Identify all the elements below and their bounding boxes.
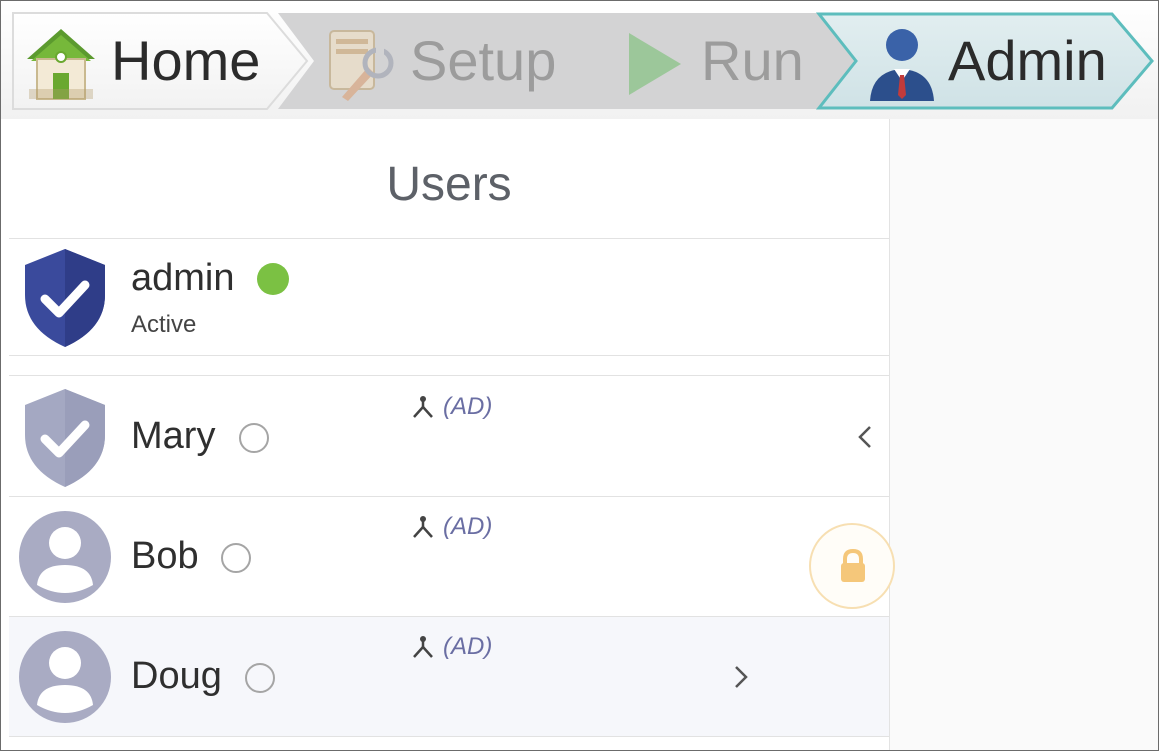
lock-icon	[841, 549, 865, 582]
breadcrumb-step-admin[interactable]: Admin	[816, 11, 1158, 111]
user-status: Active	[131, 311, 197, 338]
user-avatar-icon	[19, 631, 111, 723]
app-window: Home Setup Run Admin Users admin Active …	[0, 0, 1159, 751]
admin-user-icon	[870, 29, 934, 101]
page-title: Users	[386, 158, 512, 211]
user-name: Bob	[131, 535, 199, 577]
breadcrumb: Home Setup Run Admin	[1, 1, 1158, 119]
offline-status-dot	[245, 663, 275, 693]
shield-check-icon	[25, 249, 105, 347]
user-avatar-icon	[19, 511, 111, 603]
breadcrumb-label-setup: Setup	[410, 29, 557, 92]
network-icon	[413, 396, 433, 418]
breadcrumb-step-setup[interactable]: Setup	[276, 11, 616, 111]
user-row-doug[interactable]: (AD) Doug	[9, 617, 889, 737]
chevron-right-icon[interactable]	[725, 657, 755, 697]
detail-pane	[890, 119, 1158, 750]
network-icon	[413, 516, 433, 538]
user-name: admin	[131, 257, 235, 299]
lock-user-button[interactable]	[809, 523, 895, 609]
play-icon	[629, 33, 681, 95]
section-gap	[9, 356, 889, 376]
breadcrumb-label-home: Home	[111, 29, 261, 92]
ad-label: (AD)	[443, 393, 493, 420]
breadcrumb-label-admin: Admin	[948, 29, 1107, 92]
user-row-bob[interactable]: (AD) Bob	[9, 497, 889, 617]
house-icon	[27, 29, 95, 100]
user-name: Mary	[131, 415, 216, 457]
users-panel: Users admin Active (AD) Mary (AD) Bob (A…	[9, 119, 890, 750]
network-icon	[413, 636, 433, 658]
ad-label: (AD)	[443, 633, 493, 660]
user-name: Doug	[131, 655, 222, 697]
ad-label: (AD)	[443, 513, 493, 540]
setup-wrench-icon	[329, 30, 394, 101]
offline-status-dot	[221, 543, 251, 573]
shield-check-icon	[25, 389, 105, 487]
breadcrumb-label-run: Run	[701, 29, 804, 92]
offline-status-dot	[239, 423, 269, 453]
breadcrumb-step-home[interactable]: Home	[11, 11, 311, 111]
online-status-dot	[257, 263, 289, 295]
user-row-mary[interactable]: (AD) Mary	[9, 377, 889, 497]
chevron-left-icon[interactable]	[851, 417, 881, 457]
current-user-row[interactable]: admin Active	[9, 239, 889, 356]
